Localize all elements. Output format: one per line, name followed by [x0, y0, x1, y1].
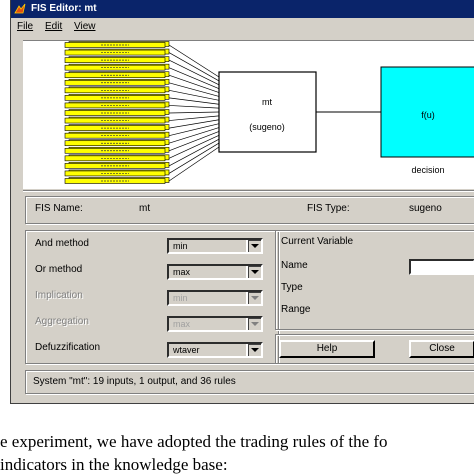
window-title: FIS Editor: mt — [31, 3, 97, 14]
implication-select: min — [167, 290, 263, 306]
status-text: System "mt": 19 inputs, 1 output, and 36… — [33, 376, 236, 387]
help-button[interactable]: Help — [279, 340, 375, 358]
input-connector-line — [168, 138, 220, 167]
variable-name-field[interactable] — [409, 259, 474, 275]
menu-file[interactable]: File — [17, 18, 33, 36]
and-method-value: min — [173, 241, 188, 251]
input-connector-line — [168, 135, 220, 159]
title-bar[interactable]: FIS Editor: mt — [11, 0, 474, 18]
fis-type-label: FIS Type: — [307, 203, 350, 214]
implication-label: Implication — [35, 290, 83, 301]
and-method-select[interactable]: min — [167, 238, 263, 254]
chevron-down-icon — [247, 292, 261, 304]
fis-diagram-svg: mt (sugeno) f(u) decision — [64, 41, 474, 184]
fis-diagram: mt (sugeno) f(u) decision — [23, 40, 474, 189]
variable-range-label: Range — [281, 304, 311, 315]
defuzzification-value: wtaver — [173, 345, 200, 355]
fis-name-value: mt — [139, 203, 151, 214]
defuzzification-select[interactable]: wtaver — [167, 342, 263, 358]
fis-name-label: FIS Name: — [35, 203, 83, 214]
fis-editor-window: FIS Editor: mt File Edit View mt (sugeno… — [10, 0, 474, 404]
close-button[interactable]: Close — [409, 340, 474, 358]
input-connector-line — [168, 119, 220, 129]
or-method-select[interactable]: max — [167, 264, 263, 280]
chevron-down-icon[interactable] — [247, 344, 261, 356]
aggregation-label: Aggregation — [35, 316, 89, 327]
and-method-label: And method — [35, 238, 89, 249]
output-function-text: f(u) — [421, 110, 435, 120]
input-connector-line — [168, 115, 220, 121]
fis-type-value: sugeno — [409, 203, 442, 214]
input-connector-line — [168, 111, 220, 114]
defuzzification-label: Defuzzification — [35, 342, 101, 353]
or-method-label: Or method — [35, 264, 83, 275]
or-method-value: max — [173, 267, 191, 277]
variable-name-label: Name — [281, 260, 308, 271]
caption-line-2: indicators in the knowledge base: — [0, 455, 228, 474]
aggregation-select: max — [167, 316, 263, 332]
menu-bar: File Edit View — [11, 18, 474, 36]
variable-type-label: Type — [281, 282, 303, 293]
system-name-text: mt — [262, 97, 272, 107]
input-connector-line — [168, 52, 220, 82]
separator — [23, 190, 474, 192]
current-variable-heading: Current Variable — [281, 236, 354, 247]
fis-system-box[interactable] — [218, 71, 317, 153]
chevron-down-icon[interactable] — [247, 266, 261, 278]
system-type-text: (sugeno) — [249, 122, 285, 132]
implication-value: min — [173, 293, 188, 303]
matlab-icon — [14, 3, 26, 14]
fis-info-panel — [25, 196, 474, 224]
aggregation-value: max — [173, 319, 191, 329]
caption-line-1: e experiment, we have adopted the tradin… — [0, 432, 388, 451]
input-connector-line — [168, 146, 220, 182]
output-name-text: decision — [411, 165, 444, 175]
menu-view[interactable]: View — [74, 18, 96, 36]
chevron-down-icon[interactable] — [247, 240, 261, 252]
menu-edit[interactable]: Edit — [45, 18, 62, 36]
input-connector-line — [168, 105, 220, 109]
chevron-down-icon — [247, 318, 261, 330]
